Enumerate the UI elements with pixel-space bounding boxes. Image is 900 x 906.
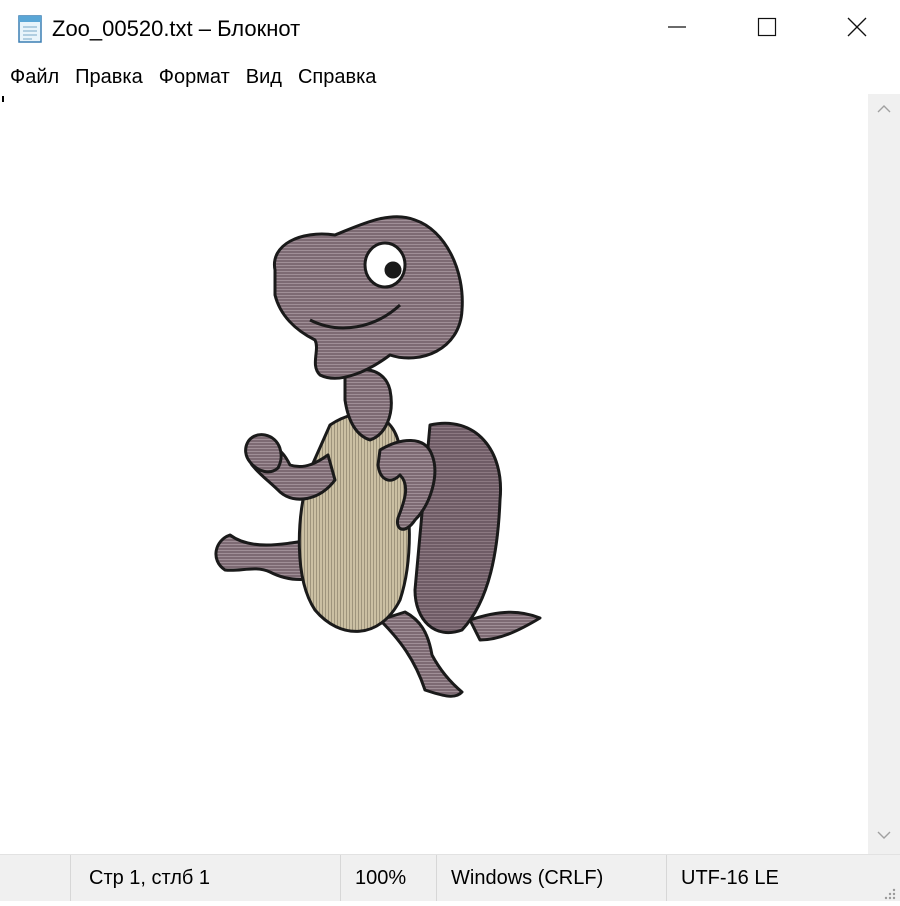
encoding-status: UTF-16 LE [666, 855, 900, 901]
menu-help[interactable]: Справка [290, 62, 384, 92]
zoom-level-status: 100% [340, 855, 436, 901]
cursor-position-status: Стр 1, стлб 1 [70, 855, 340, 901]
line-endings-status: Windows (CRLF) [436, 855, 666, 901]
scroll-down-button[interactable] [868, 820, 900, 854]
status-bar: Стр 1, стлб 1 100% Windows (CRLF) UTF-16… [0, 854, 900, 901]
menu-view[interactable]: Вид [238, 62, 290, 92]
chevron-down-icon [876, 827, 892, 848]
close-button[interactable] [812, 0, 900, 58]
notepad-icon [16, 12, 44, 44]
menu-edit[interactable]: Правка [67, 62, 151, 92]
minimize-icon [667, 17, 687, 42]
maximize-icon [757, 17, 777, 42]
maximize-button[interactable] [722, 0, 812, 58]
resize-grip-icon[interactable] [882, 883, 896, 900]
chevron-up-icon [876, 101, 892, 122]
close-icon [846, 16, 868, 43]
window-title: Zoo_00520.txt – Блокнот [52, 16, 301, 41]
title-bar[interactable]: Zoo_00520.txt – Блокнот [0, 0, 900, 58]
minimize-button[interactable] [632, 0, 722, 58]
ascii-art-turtle-icon [200, 200, 560, 740]
vertical-scrollbar[interactable] [868, 94, 900, 854]
scroll-up-button[interactable] [868, 94, 900, 128]
menu-bar: Файл Правка Формат Вид Справка [0, 60, 900, 94]
menu-file[interactable]: Файл [0, 62, 67, 92]
menu-format[interactable]: Формат [151, 62, 238, 92]
text-caret [2, 96, 4, 102]
